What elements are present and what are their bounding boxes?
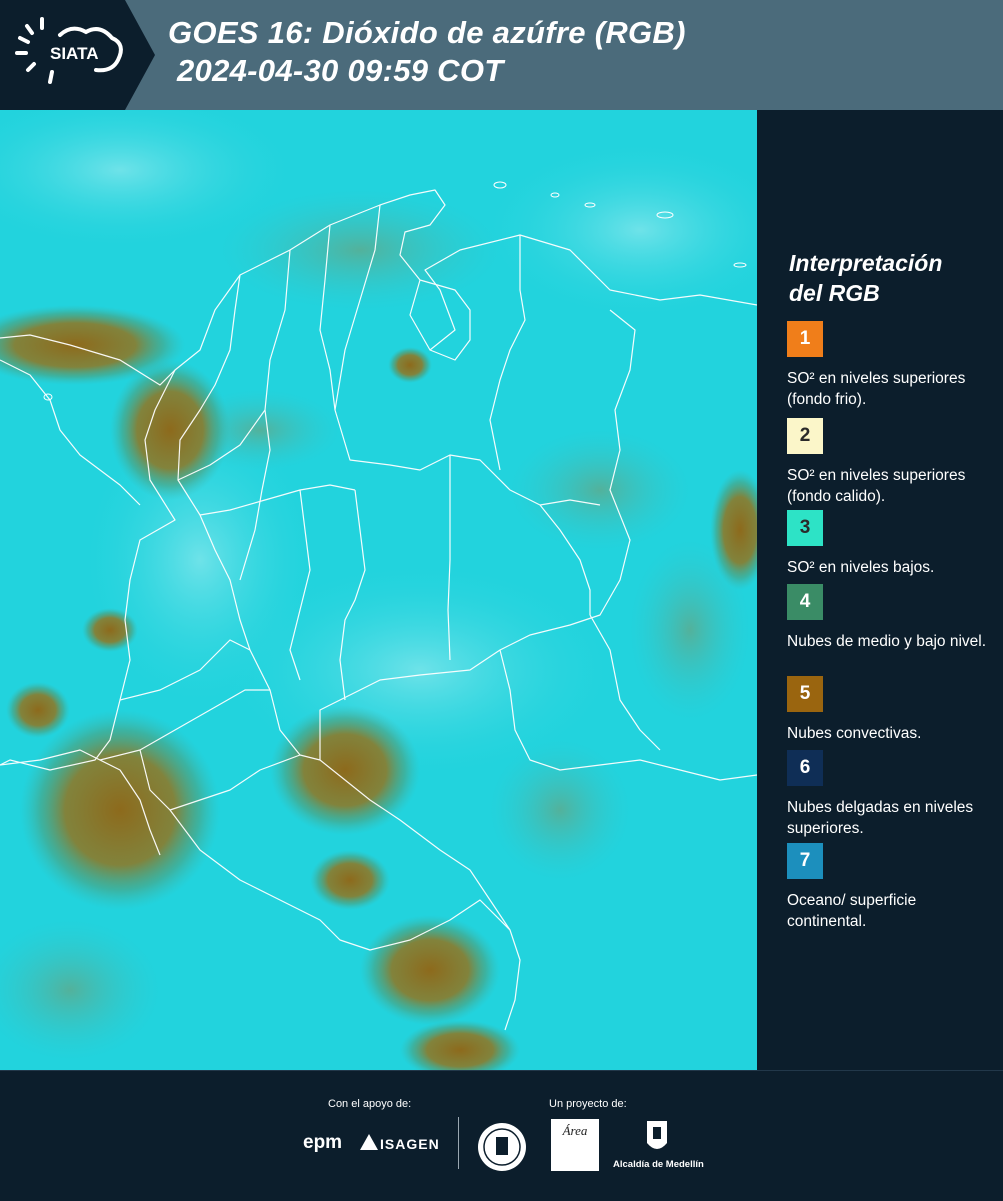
epm-logo: epm	[303, 1132, 343, 1153]
legend-label: SO² en niveles superiores (fondo frio).	[787, 370, 966, 408]
legend-title-line-1: Interpretación	[789, 250, 943, 276]
footer-divider	[458, 1117, 459, 1169]
legend-item: 2 SO² en niveles superiores (fondo calid…	[787, 418, 992, 507]
legend-label: SO² en niveles superiores (fondo calido)…	[787, 467, 966, 505]
legend-title-line-2: del RGB	[789, 280, 880, 306]
legend-swatch: 6	[787, 750, 823, 786]
legend-item: 4 Nubes de medio y bajo nivel.	[787, 584, 992, 652]
legend-label: Oceano/ superficie continental.	[787, 892, 917, 930]
legend-item: 1 SO² en niveles superiores (fondo frio)…	[787, 321, 992, 410]
header-bar: SIATA GOES 16: Dióxido de azúfre (RGB) 2…	[0, 0, 1003, 110]
legend-swatch: 4	[787, 584, 823, 620]
legend-swatch: 3	[787, 510, 823, 546]
legend-label: Nubes delgadas en niveles superiores.	[787, 799, 974, 837]
footer: Con el apoyo de: Un proyecto de: epm ISA…	[0, 1070, 1003, 1201]
title-line-2: 2024-04-30 09:59 COT	[177, 53, 504, 88]
support-label: Con el apoyo de:	[328, 1098, 412, 1110]
legend-item: 5 Nubes convectivas.	[787, 676, 992, 744]
medellin-seal-icon	[476, 1121, 528, 1178]
area-logo-text: Área	[562, 1123, 588, 1138]
isagen-mark-icon	[360, 1134, 378, 1155]
legend-item: 7 Oceano/ superficie continental.	[787, 843, 992, 932]
legend-label: Nubes de medio y bajo nivel.	[787, 633, 987, 650]
alcaldia-shield-icon	[645, 1119, 669, 1160]
project-label: Un proyecto de:	[549, 1098, 627, 1110]
legend-panel: Interpretación del RGB 1 SO² en niveles …	[757, 110, 1003, 1070]
title-line-1: GOES 16: Dióxido de azúfre (RGB)	[168, 15, 686, 50]
legend-item: 6 Nubes delgadas en niveles superiores.	[787, 750, 992, 839]
logo-text: SIATA	[50, 44, 99, 63]
legend-swatch: 7	[787, 843, 823, 879]
legend-swatch: 2	[787, 418, 823, 454]
siata-logo: SIATA	[0, 0, 155, 110]
legend-title: Interpretación del RGB	[789, 248, 942, 308]
satellite-map	[0, 110, 757, 1070]
isagen-logo: ISAGEN	[380, 1136, 440, 1152]
legend-swatch: 5	[787, 676, 823, 712]
alcaldia-name: Alcaldía de Medellín	[613, 1159, 704, 1170]
legend-label: SO² en niveles bajos.	[787, 559, 935, 576]
legend-swatch: 1	[787, 321, 823, 357]
legend-item: 3 SO² en niveles bajos.	[787, 510, 992, 578]
legend-label: Nubes convectivas.	[787, 725, 922, 742]
page-title: GOES 16: Dióxido de azúfre (RGB) 2024-04…	[168, 14, 686, 90]
